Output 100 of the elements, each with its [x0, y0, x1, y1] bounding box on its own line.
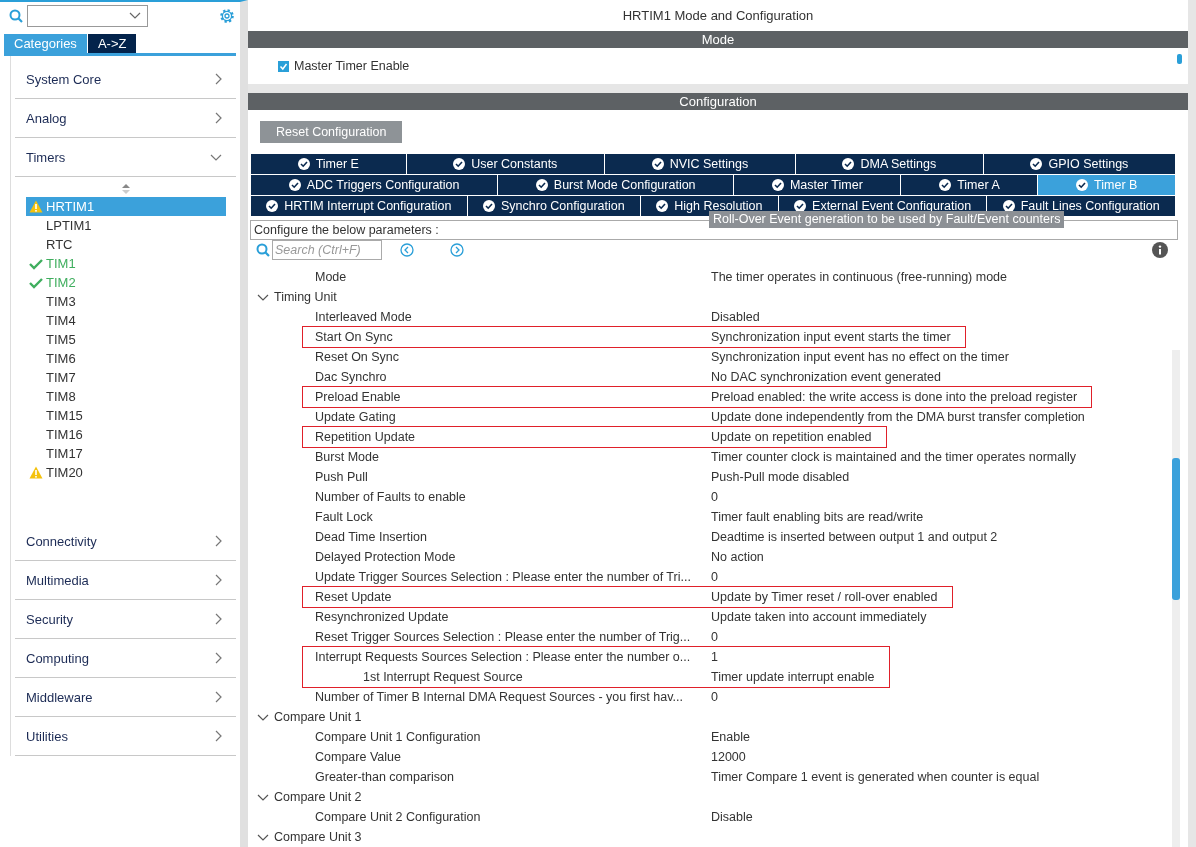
chevron-right-icon — [215, 574, 222, 586]
category-header[interactable]: Connectivity — [15, 522, 236, 561]
parameter-name: Preload Enable — [314, 390, 402, 404]
scrollbar-thumb[interactable] — [1177, 54, 1182, 64]
check-circle-icon — [266, 199, 279, 212]
peripheral-item[interactable]: RTC — [26, 235, 226, 254]
parameter-value[interactable]: 0 — [711, 490, 718, 504]
config-tab[interactable]: Burst Mode Configuration — [498, 174, 735, 195]
parameter-value[interactable]: Update taken into account immediately — [711, 610, 927, 624]
peripheral-item[interactable]: TIM4 — [26, 311, 226, 330]
config-tab[interactable]: GPIO Settings — [983, 153, 1176, 174]
checkmark-icon — [279, 61, 288, 71]
parameter-name: Reset Update — [314, 590, 393, 604]
category-header[interactable]: Analog — [15, 99, 236, 138]
category-label: Middleware — [26, 689, 93, 705]
config-tab[interactable]: HRTIM Interrupt Configuration — [251, 195, 468, 216]
category-header[interactable]: Middleware — [15, 678, 236, 717]
peripheral-item[interactable]: TIM3 — [26, 292, 226, 311]
chevron-right-icon — [215, 730, 222, 742]
peripheral-item[interactable]: TIM6 — [26, 349, 226, 368]
parameter-value[interactable]: 0 — [711, 690, 718, 704]
parameter-name: Compare Value — [314, 750, 402, 764]
parameter-value[interactable]: Synchronization input event starts the timer — [711, 330, 951, 344]
parameter-value[interactable]: 12000 — [711, 750, 746, 764]
parameter-value[interactable]: Push-Pull mode disabled — [711, 470, 850, 484]
category-header[interactable]: Computing — [15, 639, 236, 678]
collapse-icon[interactable] — [257, 293, 269, 301]
peripheral-item[interactable]: TIM7 — [26, 368, 226, 387]
parameter-name: 1st Interrupt Request Source — [362, 670, 524, 684]
category-label: Computing — [26, 650, 89, 666]
parameter-value[interactable]: 0 — [711, 630, 718, 644]
parameter-name: Delayed Protection Mode — [314, 550, 457, 564]
parameter-value[interactable]: Update by Timer reset / roll-over enabled — [711, 590, 938, 604]
search-dropdown[interactable] — [27, 4, 148, 27]
parameter-value[interactable]: Update on repetition enabled — [711, 430, 872, 444]
collapse-icon[interactable] — [257, 713, 269, 721]
peripheral-item[interactable]: TIM16 — [26, 425, 226, 444]
check-circle-icon — [288, 178, 301, 191]
parameter-value[interactable]: No DAC synchronization event generated — [711, 370, 941, 384]
parameter-value[interactable]: Preload enabled: the write access is done into the preload register — [711, 390, 1078, 404]
parameter-value[interactable]: 1 — [711, 650, 718, 664]
parameter-value[interactable]: Timer fault enabling bits are read/write — [711, 510, 924, 524]
parameter-value[interactable]: Update done independently from the DMA burst transfer completion — [711, 410, 1085, 424]
collapse-icon[interactable] — [257, 793, 269, 801]
parameter-name: Reset Trigger Sources Selection : Please enter the number of Trig... — [314, 630, 692, 644]
parameter-value[interactable]: Timer update interrupt enable — [711, 670, 875, 684]
category-label: Connectivity — [26, 533, 97, 549]
peripheral-item[interactable]: LPTIM1 — [26, 216, 226, 235]
scrollbar[interactable] — [1172, 350, 1180, 847]
chevron-right-icon — [215, 535, 222, 547]
config-tab[interactable]: Timer E — [251, 153, 407, 174]
scrollbar-thumb[interactable] — [1172, 458, 1180, 600]
config-tab[interactable]: ADC Triggers Configuration — [251, 174, 499, 195]
peripheral-item[interactable]: TIM8 — [26, 387, 226, 406]
parameter-name: Mode — [314, 270, 348, 284]
check-circle-icon — [842, 157, 855, 170]
search-icon — [9, 8, 23, 23]
previous-icon[interactable] — [400, 243, 414, 258]
parameter-name: Update Trigger Sources Selection : Please enter the number of Tri... — [314, 570, 692, 584]
search-icon — [256, 243, 270, 258]
collapse-icon[interactable] — [257, 833, 269, 841]
config-tab[interactable]: Timer A — [901, 174, 1039, 195]
settings-icon — [218, 6, 236, 25]
group-label: Compare Unit 2 — [274, 790, 362, 804]
check-circle-icon — [939, 178, 952, 191]
category-header[interactable]: Utilities — [15, 717, 236, 756]
parameter-value[interactable]: Synchronization input event has no effect on the timer — [711, 350, 1009, 364]
next-icon[interactable] — [450, 243, 464, 258]
check-circle-icon — [1076, 178, 1089, 191]
chevron-right-icon — [215, 73, 222, 85]
parameter-value[interactable]: No action — [711, 550, 764, 564]
parameter-value[interactable]: Enable — [711, 730, 750, 744]
config-tab[interactable]: Master Timer — [734, 174, 902, 195]
category-header[interactable]: System Core — [15, 60, 236, 99]
config-tab[interactable]: DMA Settings — [795, 153, 984, 174]
parameter-value[interactable]: Disable — [711, 810, 753, 824]
category-label: Analog — [26, 110, 67, 126]
checkbox[interactable] — [278, 60, 289, 72]
parameter-value[interactable]: The timer operates in continuous (free-running) mode — [711, 270, 1007, 284]
peripheral-item[interactable]: TIM20 — [26, 463, 226, 482]
chevron-right-icon — [215, 112, 222, 124]
parameter-value[interactable]: Timer counter clock is maintained and the timer operates normally — [711, 450, 1076, 464]
parameter-value[interactable]: Timer Compare 1 event is generated when counter is equal — [711, 770, 1040, 784]
config-tab[interactable]: NVIC Settings — [605, 153, 796, 174]
peripheral-item[interactable]: TIM5 — [26, 330, 226, 349]
search-field[interactable]: Search (Ctrl+F) — [272, 240, 382, 261]
peripheral-item[interactable]: TIM15 — [26, 406, 226, 425]
group-label: Compare Unit 1 — [274, 710, 362, 724]
category-label: Timers — [26, 149, 66, 165]
peripheral-item[interactable]: TIM17 — [26, 444, 226, 463]
config-tab[interactable]: Synchro Configuration — [467, 195, 641, 216]
config-tab[interactable]: User Constants — [406, 153, 605, 174]
category-header[interactable]: Timers — [15, 138, 236, 177]
parameter-value[interactable]: 0 — [711, 570, 718, 584]
parameter-value[interactable]: Disabled — [711, 310, 760, 324]
config-tab[interactable]: Fault Lines Configuration — [987, 195, 1176, 216]
parameter-value[interactable]: Deadtime is inserted between output 1 and output 2 — [711, 530, 998, 544]
sidebar-tab[interactable]: A->Z — [87, 34, 137, 53]
category-header[interactable]: Security — [15, 600, 236, 639]
category-header[interactable]: Multimedia — [15, 561, 236, 600]
